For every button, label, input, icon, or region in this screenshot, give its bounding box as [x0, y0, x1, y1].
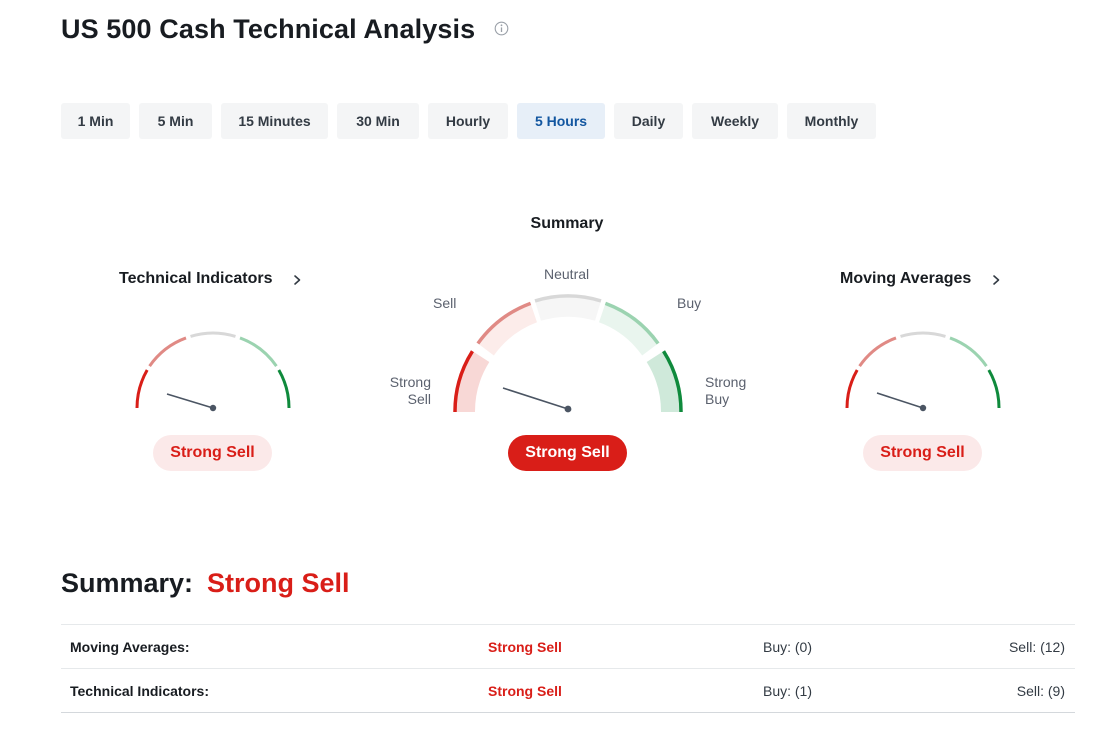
info-icon[interactable]: [494, 21, 509, 36]
summary-gauge-title: Summary: [530, 215, 604, 232]
summary-signal: Strong Sell: [508, 435, 627, 471]
table-row: Moving Averages: Strong Sell Buy: (0) Se…: [61, 624, 1075, 668]
row-buy-count: Buy: (0): [762, 639, 812, 655]
tab-monthly[interactable]: Monthly: [787, 103, 876, 139]
summary-heading: Summary: Strong Sell: [61, 568, 350, 599]
tab-30-min[interactable]: 30 Min: [337, 103, 419, 139]
chevron-right-icon[interactable]: [291, 274, 303, 286]
tab-weekly[interactable]: Weekly: [692, 103, 778, 139]
summary-heading-value: Strong Sell: [207, 568, 350, 598]
tab-5-min[interactable]: 5 Min: [139, 103, 212, 139]
summary-heading-label: Summary:: [61, 568, 194, 598]
summary-table: Moving Averages: Strong Sell Buy: (0) Se…: [61, 624, 1075, 713]
label-strong-buy: Strong Buy: [705, 374, 747, 407]
tab-15-minutes[interactable]: 15 Minutes: [221, 103, 328, 139]
summary-gauge: [453, 294, 683, 413]
row-sell-count: Sell: (9): [1016, 683, 1065, 699]
chevron-right-icon[interactable]: [990, 274, 1002, 286]
technical-indicators-gauge: [135, 331, 291, 412]
row-buy-count: Buy: (1): [762, 683, 812, 699]
label-neutral: Neutral: [544, 266, 590, 282]
moving-averages-gauge: [845, 331, 1001, 412]
row-sell-count: Sell: (12): [1008, 639, 1065, 655]
tab-1-min[interactable]: 1 Min: [61, 103, 130, 139]
row-name: Moving Averages:: [70, 639, 190, 655]
row-name: Technical Indicators:: [70, 683, 209, 699]
tab-5-hours[interactable]: 5 Hours: [517, 103, 605, 139]
row-signal: Strong Sell: [488, 683, 562, 699]
tab-hourly[interactable]: Hourly: [428, 103, 508, 139]
technical-indicators-signal: Strong Sell: [153, 435, 272, 471]
page-title: US 500 Cash Technical Analysis: [61, 14, 476, 44]
tab-daily[interactable]: Daily: [614, 103, 683, 139]
label-strong-sell: Strong Sell: [389, 374, 431, 407]
row-signal: Strong Sell: [488, 639, 562, 655]
moving-averages-title[interactable]: Moving Averages: [840, 270, 971, 288]
table-row: Technical Indicators: Strong Sell Buy: (…: [61, 668, 1075, 713]
moving-averages-signal: Strong Sell: [863, 435, 982, 471]
technical-indicators-title[interactable]: Technical Indicators: [119, 270, 273, 288]
